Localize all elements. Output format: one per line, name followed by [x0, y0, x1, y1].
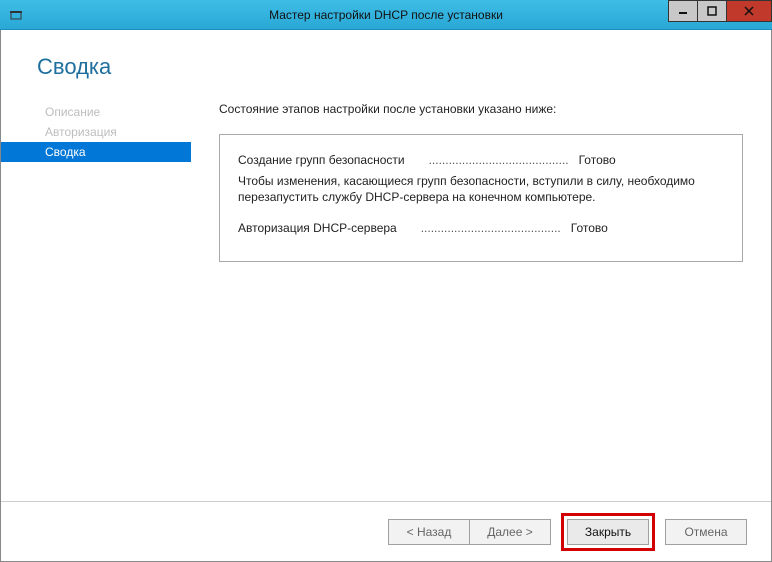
close-window-button[interactable]	[726, 0, 772, 22]
nav-button-group: < Назад Далее >	[388, 519, 551, 545]
minimize-button[interactable]	[668, 0, 698, 22]
maximize-button[interactable]	[697, 0, 727, 22]
status-line-authorization: Авторизация DHCP-сервера ...............…	[238, 221, 724, 235]
titlebar: Мастер настройки DHCP после установки	[0, 0, 772, 30]
next-button: Далее >	[469, 519, 551, 545]
result-box: Создание групп безопасности ............…	[219, 134, 743, 262]
sidebar-item-description[interactable]: Описание	[1, 102, 191, 122]
main-panel: Состояние этапов настройки после установ…	[191, 98, 771, 489]
window-controls	[668, 0, 772, 29]
back-button: < Назад	[388, 519, 470, 545]
status-dots: ........................................…	[405, 153, 579, 167]
page-title: Сводка	[1, 30, 771, 98]
status-value: Готово	[579, 153, 616, 167]
sidebar-item-summary[interactable]: Сводка	[1, 142, 191, 162]
close-button[interactable]: Закрыть	[567, 519, 649, 545]
cancel-button: Отмена	[665, 519, 747, 545]
intro-text: Состояние этапов настройки после установ…	[219, 102, 743, 116]
status-value: Готово	[571, 221, 608, 235]
status-note: Чтобы изменения, касающиеся групп безопа…	[238, 173, 724, 205]
button-bar: < Назад Далее > Закрыть Отмена	[1, 501, 771, 561]
status-label: Создание групп безопасности	[238, 153, 405, 167]
sidebar-item-authorization[interactable]: Авторизация	[1, 122, 191, 142]
sidebar: Описание Авторизация Сводка	[1, 98, 191, 489]
status-line-security-groups: Создание групп безопасности ............…	[238, 153, 724, 167]
content-row: Описание Авторизация Сводка Состояние эт…	[1, 98, 771, 489]
status-dots: ........................................…	[397, 221, 571, 235]
wizard-body: Сводка Описание Авторизация Сводка Состо…	[0, 30, 772, 562]
highlight-frame: Закрыть	[561, 513, 655, 551]
window-title: Мастер настройки DHCP после установки	[0, 8, 772, 22]
app-icon	[8, 7, 24, 23]
status-label: Авторизация DHCP-сервера	[238, 221, 397, 235]
